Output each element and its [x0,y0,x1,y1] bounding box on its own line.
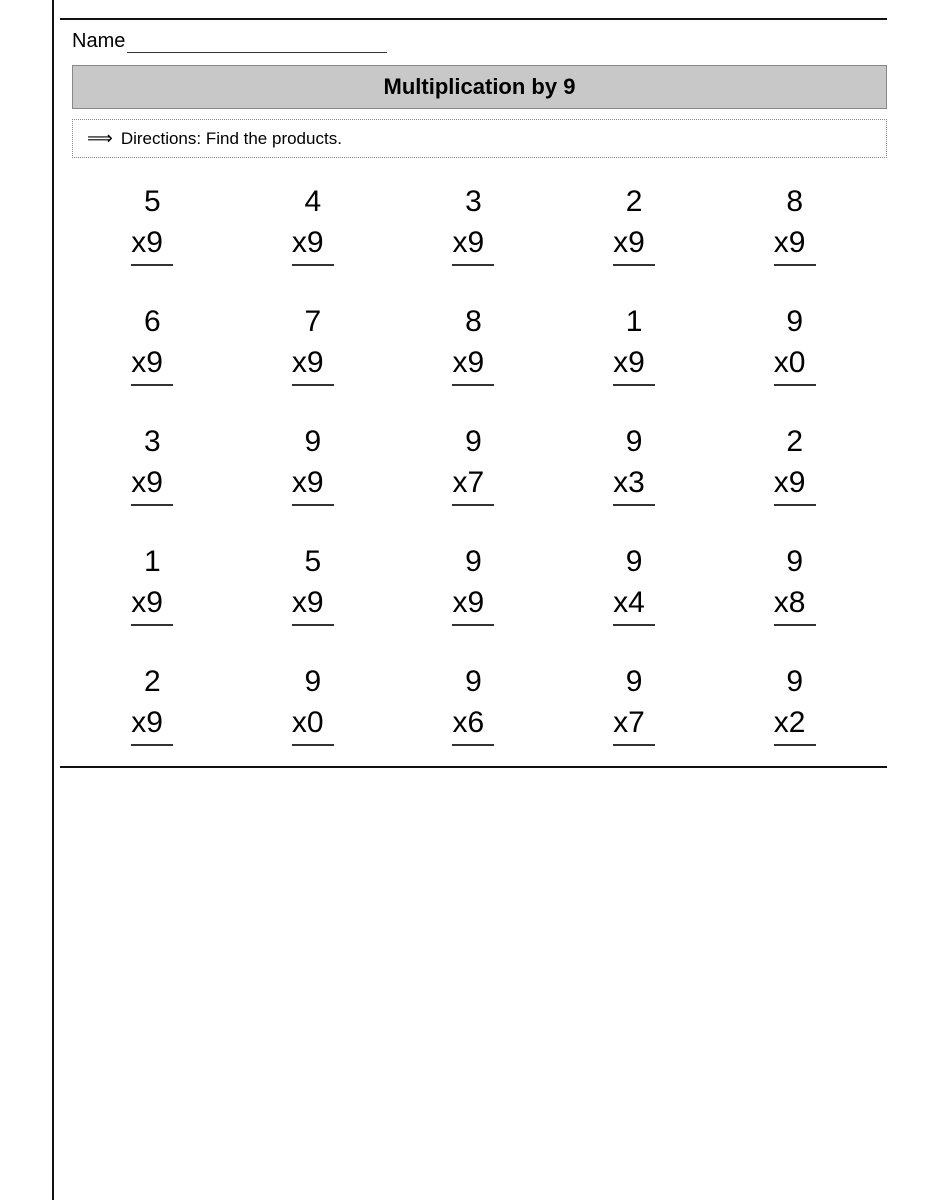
top-number: 4 [305,182,322,221]
worksheet-title: Multiplication by 9 [72,65,887,109]
top-number: 8 [465,302,482,341]
worksheet-page: Name Multiplication by 9 ⟹ Directions: F… [0,0,927,1200]
multiplier: x0 [292,703,334,746]
multiplier: x9 [774,223,816,266]
top-number: 9 [786,302,803,341]
top-border-line [60,18,887,20]
multiplier: x0 [774,343,816,386]
multiplier: x9 [613,223,655,266]
top-number: 9 [305,662,322,701]
top-number: 6 [144,302,161,341]
multiplier: x9 [452,583,494,626]
multiplier: x7 [613,703,655,746]
multiplier: x9 [774,463,816,506]
problem-5: 8x9 [714,182,875,266]
top-number: 9 [465,422,482,461]
problem-17: 5x9 [233,542,394,626]
top-number: 9 [626,542,643,581]
problem-19: 9x4 [554,542,715,626]
top-number: 5 [305,542,322,581]
problem-9: 1x9 [554,302,715,386]
top-number: 9 [786,542,803,581]
problem-1: 5x9 [72,182,233,266]
top-number: 9 [626,422,643,461]
multiplier: x9 [452,343,494,386]
problem-22: 9x0 [233,662,394,746]
top-number: 3 [144,422,161,461]
problem-7: 7x9 [233,302,394,386]
problem-6: 6x9 [72,302,233,386]
top-number: 5 [144,182,161,221]
problem-20: 9x8 [714,542,875,626]
problem-12: 9x9 [233,422,394,506]
name-row: Name [60,30,887,53]
arrow-icon: ⟹ [87,128,113,149]
multiplier: x9 [292,583,334,626]
bottom-border-line [60,766,887,768]
top-number: 7 [305,302,322,341]
multiplier: x9 [131,583,173,626]
problem-16: 1x9 [72,542,233,626]
problem-18: 9x9 [393,542,554,626]
name-label: Name [72,30,125,53]
directions-box: ⟹ Directions: Find the products. [72,119,887,158]
top-number: 3 [465,182,482,221]
problem-3: 3x9 [393,182,554,266]
multiplier: x9 [131,343,173,386]
top-number: 9 [465,662,482,701]
multiplier: x9 [452,223,494,266]
top-number: 9 [786,662,803,701]
problem-8: 8x9 [393,302,554,386]
problem-13: 9x7 [393,422,554,506]
top-number: 8 [786,182,803,221]
directions-text: Directions: Find the products. [121,129,342,149]
top-number: 9 [626,662,643,701]
multiplier: x9 [131,703,173,746]
problem-10: 9x0 [714,302,875,386]
top-number: 9 [305,422,322,461]
problems-grid: 5x94x93x92x98x96x97x98x91x99x03x99x99x79… [60,182,887,746]
problem-2: 4x9 [233,182,394,266]
multiplier: x6 [452,703,494,746]
multiplier: x9 [292,463,334,506]
multiplier: x3 [613,463,655,506]
multiplier: x9 [131,463,173,506]
problem-14: 9x3 [554,422,715,506]
problem-15: 2x9 [714,422,875,506]
multiplier: x9 [131,223,173,266]
problem-24: 9x7 [554,662,715,746]
multiplier: x2 [774,703,816,746]
top-number: 1 [626,302,643,341]
top-number: 2 [626,182,643,221]
multiplier: x7 [452,463,494,506]
problem-11: 3x9 [72,422,233,506]
top-number: 2 [786,422,803,461]
multiplier: x9 [613,343,655,386]
top-number: 9 [465,542,482,581]
problem-21: 2x9 [72,662,233,746]
name-underline [127,49,387,53]
multiplier: x9 [292,223,334,266]
problem-4: 2x9 [554,182,715,266]
multiplier: x8 [774,583,816,626]
top-number: 1 [144,542,161,581]
multiplier: x9 [292,343,334,386]
top-number: 2 [144,662,161,701]
multiplier: x4 [613,583,655,626]
problem-23: 9x6 [393,662,554,746]
problem-25: 9x2 [714,662,875,746]
